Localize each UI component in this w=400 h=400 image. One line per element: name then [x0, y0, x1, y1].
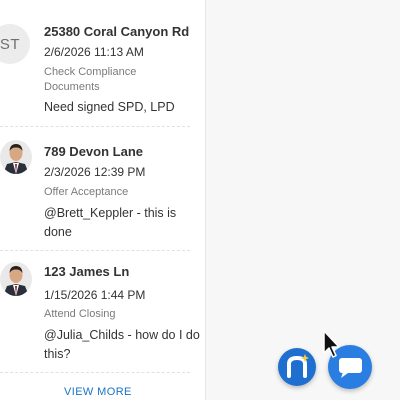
- n-logo-icon: [287, 354, 309, 378]
- task-name: Offer Acceptance: [44, 186, 129, 198]
- divider: [0, 372, 190, 373]
- avatar: ST: [0, 24, 30, 64]
- task-name: Attend Closing: [44, 308, 116, 320]
- mouse-cursor-icon: [323, 330, 340, 358]
- comment-text: Need signed SPD, LPD: [44, 100, 175, 114]
- person-photo-icon: [0, 140, 32, 174]
- activity-feed-panel: ST 25380 Coral Canyon Rd 2/6/2026 11:13 …: [0, 0, 206, 400]
- main-content-area: [206, 0, 400, 400]
- brand-assistant-button[interactable]: [278, 348, 316, 386]
- avatar: [0, 262, 32, 296]
- divider: [0, 250, 190, 251]
- timestamp: 2/3/2026 12:39 PM: [44, 165, 146, 179]
- comment-text: @Brett_Keppler - this is done: [44, 206, 177, 239]
- comment-text: @Julia_Childs - how do I do this?: [44, 328, 200, 361]
- avatar: [0, 140, 32, 174]
- property-address[interactable]: 789 Devon Lane: [44, 144, 143, 159]
- person-photo-icon: [0, 262, 32, 296]
- timestamp: 1/15/2026 1:44 PM: [44, 288, 146, 302]
- task-name: Check Compliance Documents: [44, 66, 137, 93]
- feed-item[interactable]: 123 James Ln 1/15/2026 1:44 PM Attend Cl…: [0, 262, 200, 372]
- timestamp: 2/6/2026 11:13 AM: [44, 45, 144, 59]
- property-address[interactable]: 25380 Coral Canyon Rd: [44, 24, 189, 39]
- feed-item[interactable]: 789 Devon Lane 2/3/2026 12:39 PM Offer A…: [0, 140, 190, 248]
- feed-item[interactable]: ST 25380 Coral Canyon Rd 2/6/2026 11:13 …: [0, 14, 190, 124]
- divider: [0, 126, 190, 127]
- view-more-link[interactable]: VIEW MORE: [64, 386, 132, 398]
- property-address[interactable]: 123 James Ln: [44, 264, 129, 279]
